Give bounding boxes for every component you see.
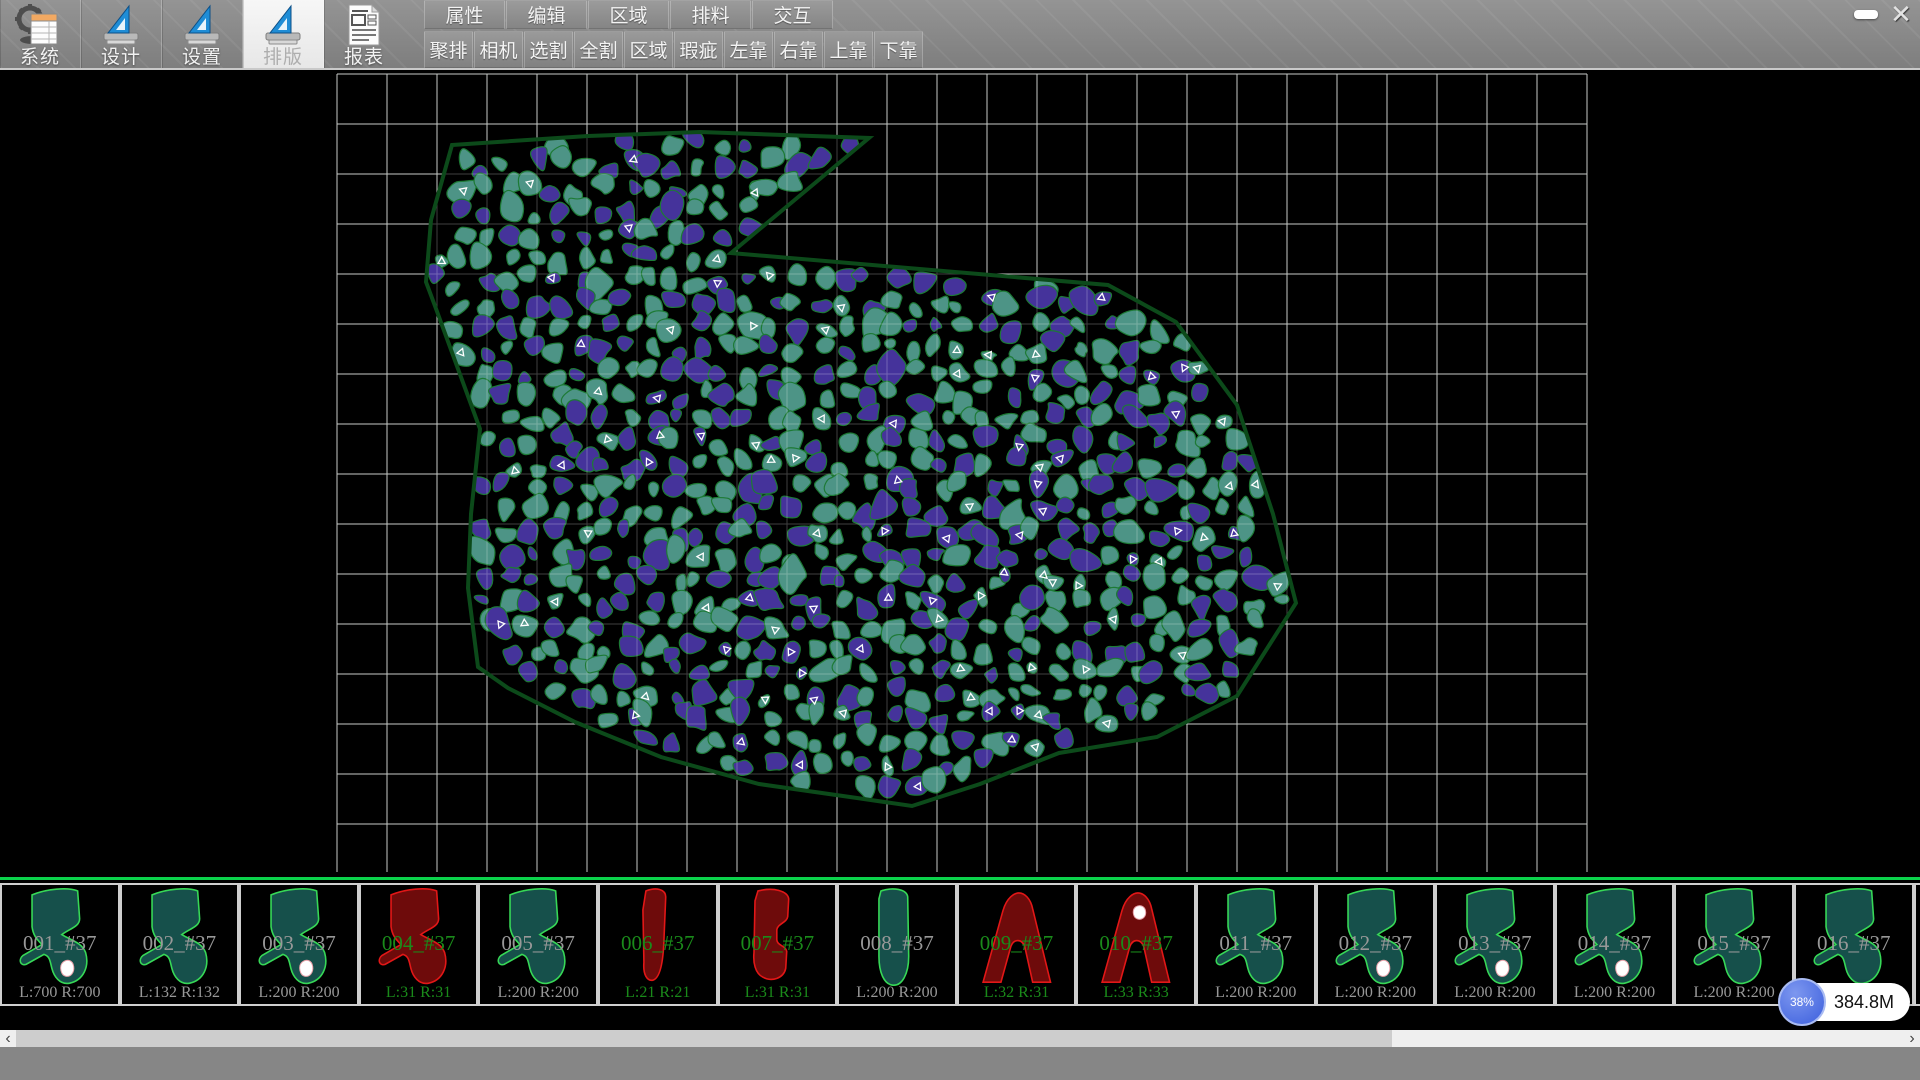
piece-id-label: 011_#37 xyxy=(1198,931,1314,956)
tab-layout-label: 排版 xyxy=(243,48,323,68)
tool-cut-all[interactable]: 全割 xyxy=(574,31,623,68)
tab-system[interactable]: 系统 xyxy=(0,0,81,68)
menu-interaction[interactable]: 交互 xyxy=(752,0,833,29)
piece-thumbnail[interactable]: 011_#37 L:200 R:200 xyxy=(1196,883,1316,1006)
piece-lr-label: L:32 R:31 xyxy=(959,984,1075,1002)
piece-id-label: 006_#37 xyxy=(600,931,716,956)
piece-thumbnail[interactable]: 003_#37 L:200 R:200 xyxy=(239,883,359,1006)
close-icon: ✕ xyxy=(1890,0,1912,30)
piece-lr-label: L:200 R:200 xyxy=(1676,984,1792,1002)
tool-snap-left[interactable]: 左靠 xyxy=(724,31,773,68)
piece-id-label: 005_#37 xyxy=(480,931,596,956)
top-toolbar: 系统 设计 设置 xyxy=(0,0,1920,70)
piece-id-label: 007_#37 xyxy=(720,931,836,956)
tool-snap-bottom[interactable]: 下靠 xyxy=(874,31,923,68)
settings-icon xyxy=(177,2,227,48)
piece-id-label: 016_#37 xyxy=(1796,931,1912,956)
memory-value: 384.8M xyxy=(1834,992,1894,1013)
tool-snap-right[interactable]: 右靠 xyxy=(774,31,823,68)
tool-row: 聚排 相机 选割 全割 区域 瑕疵 左靠 右靠 上靠 下靠 xyxy=(424,31,924,69)
piece-thumbnail[interactable]: 014_#37 L:200 R:200 xyxy=(1555,883,1675,1006)
piece-id-label: 009_#37 xyxy=(959,931,1075,956)
piece-thumbnail[interactable]: 008_#37 L:200 R:200 xyxy=(837,883,957,1006)
piece-lr-label: L:31 R:31 xyxy=(361,984,477,1002)
piece-lr-label: L:31 R:31 xyxy=(720,984,836,1002)
piece-id-label: 012_#37 xyxy=(1318,931,1434,956)
piece-id-label: 003_#37 xyxy=(241,931,357,956)
piece-lr-label: L:21 R:21 xyxy=(600,984,716,1002)
scroll-left-arrow[interactable]: ‹ xyxy=(0,1030,16,1047)
design-icon xyxy=(96,2,146,48)
piece-id-label: 002_#37 xyxy=(122,931,238,956)
piece-thumbnail[interactable]: 006_#37 L:21 R:21 xyxy=(598,883,718,1006)
tab-settings-label: 设置 xyxy=(162,48,242,68)
application-window: 系统 设计 设置 xyxy=(0,0,1920,1080)
piece-lr-label: L:200 R:200 xyxy=(839,984,955,1002)
tool-camera[interactable]: 相机 xyxy=(474,31,523,68)
piece-thumbnail-strip: 001_#37 L:700 R:700 002_#37 L:132 R:132 00… xyxy=(0,883,1920,1008)
memory-indicator: 38% 384.8M xyxy=(1782,983,1910,1021)
piece-lr-label: L:200 R:200 xyxy=(1198,984,1314,1002)
tab-settings[interactable]: 设置 xyxy=(162,0,243,68)
scrollbar-thumb[interactable] xyxy=(16,1030,1392,1047)
report-icon xyxy=(339,2,389,48)
piece-lr-label: L:200 R:200 xyxy=(1557,984,1673,1002)
menu-nesting[interactable]: 排料 xyxy=(670,0,751,29)
nesting-canvas[interactable] xyxy=(0,70,1920,877)
tab-design-label: 设计 xyxy=(81,48,161,68)
scroll-right-arrow[interactable]: › xyxy=(1904,1030,1920,1047)
progress-percent: 38% xyxy=(1790,995,1814,1009)
piece-id-label: 008_#37 xyxy=(839,931,955,956)
tab-report-label: 报表 xyxy=(324,48,404,68)
menu-edit[interactable]: 编辑 xyxy=(506,0,587,29)
strip-separator-line xyxy=(0,877,1920,880)
close-button[interactable]: ✕ xyxy=(1884,3,1918,25)
piece-lr-label: L:132 R:132 xyxy=(122,984,238,1002)
minimize-button[interactable] xyxy=(1850,3,1882,25)
tab-report[interactable]: 报表 xyxy=(324,0,404,68)
system-icon xyxy=(15,2,65,48)
horizontal-scrollbar[interactable]: ‹ › xyxy=(0,1030,1920,1047)
layout-icon xyxy=(258,2,308,48)
piece-thumbnail[interactable]: 007_#37 L:31 R:31 xyxy=(718,883,838,1006)
status-bar xyxy=(0,1047,1920,1080)
minimize-icon xyxy=(1854,10,1878,19)
piece-lr-label: L:200 R:200 xyxy=(1437,984,1553,1002)
piece-thumbnail[interactable]: 004_#37 L:31 R:31 xyxy=(359,883,479,1006)
menu-row: 属性 编辑 区域 排料 交互 xyxy=(424,0,834,30)
tool-defect[interactable]: 瑕疵 xyxy=(674,31,723,68)
tool-select-cut[interactable]: 选割 xyxy=(524,31,573,68)
tool-cluster-nest[interactable]: 聚排 xyxy=(424,31,473,68)
piece-lr-label: L:200 R:200 xyxy=(241,984,357,1002)
menu-region[interactable]: 区域 xyxy=(588,0,669,29)
piece-id-label: 010_#37 xyxy=(1078,931,1194,956)
piece-thumbnail[interactable]: 010_#37 L:33 R:33 xyxy=(1076,883,1196,1006)
piece-thumbnail[interactable]: 015_#37 L:200 R:200 xyxy=(1674,883,1794,1006)
tool-snap-top[interactable]: 上靠 xyxy=(824,31,873,68)
piece-lr-label: L:700 R:700 xyxy=(2,984,118,1002)
piece-id-label: 014_#37 xyxy=(1557,931,1673,956)
piece-thumbnail[interactable]: 013_#37 L:200 R:200 xyxy=(1435,883,1555,1006)
piece-thumbnail[interactable]: 009_#37 L:32 R:31 xyxy=(957,883,1077,1006)
piece-thumbnail[interactable]: 002_#37 L:132 R:132 xyxy=(120,883,240,1006)
menu-properties[interactable]: 属性 xyxy=(424,0,505,29)
piece-lr-label: L:200 R:200 xyxy=(480,984,596,1002)
progress-circle: 38% xyxy=(1778,978,1826,1026)
piece-thumbnail[interactable]: 012_#37 L:200 R:200 xyxy=(1316,883,1436,1006)
piece-lr-label: L:33 R:33 xyxy=(1078,984,1194,1002)
piece-lr-label: L:200 R:200 xyxy=(1318,984,1434,1002)
piece-id-label: 001_#37 xyxy=(2,931,118,956)
tab-system-label: 系统 xyxy=(0,48,80,68)
piece-id-label: 015_#37 xyxy=(1676,931,1792,956)
tab-layout[interactable]: 排版 xyxy=(243,0,324,68)
piece-lr-label: L: xyxy=(1916,984,1920,1002)
tool-region[interactable]: 区域 xyxy=(624,31,673,68)
piece-id-label: 013_#37 xyxy=(1437,931,1553,956)
piece-thumbnail[interactable]: 005_#37 L:200 R:200 xyxy=(478,883,598,1006)
piece-id-label: 004_#37 xyxy=(361,931,477,956)
piece-thumbnail[interactable]: L: xyxy=(1914,883,1920,1006)
tab-design[interactable]: 设计 xyxy=(81,0,162,68)
piece-thumbnail[interactable]: 001_#37 L:700 R:700 xyxy=(0,883,120,1006)
